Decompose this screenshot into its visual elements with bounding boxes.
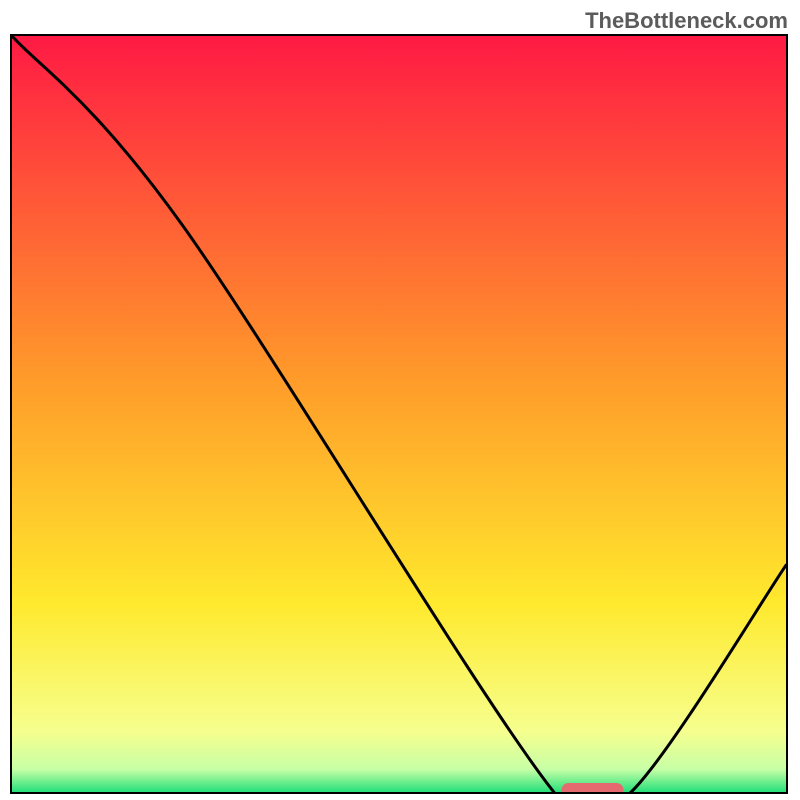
watermark-text: TheBottleneck.com bbox=[585, 8, 788, 34]
optimal-marker bbox=[562, 783, 624, 792]
chart-frame bbox=[10, 34, 788, 794]
chart-svg bbox=[12, 36, 786, 792]
chart-canvas bbox=[12, 36, 786, 792]
chart-background bbox=[12, 36, 786, 792]
